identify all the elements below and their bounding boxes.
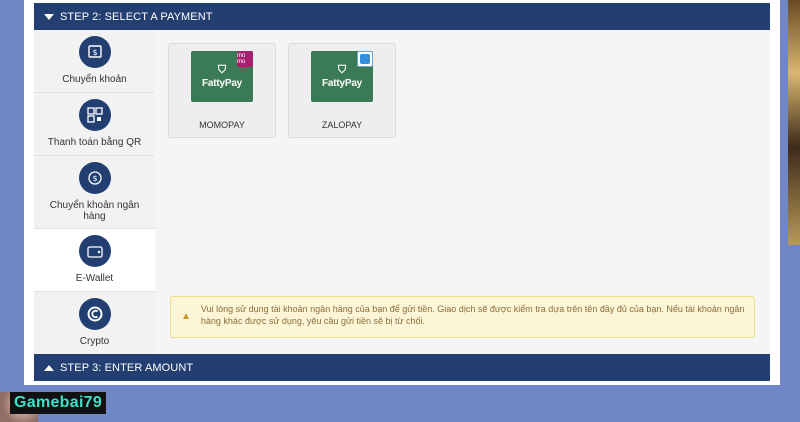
sidebar-item-crypto[interactable]: Crypto — [34, 292, 155, 355]
fattypay-logo: ⛉ FattyPay — [311, 51, 373, 102]
wallet-card-momopay[interactable]: ⛉ FattyPay mo mo MOMOPAY — [168, 43, 276, 138]
chevron-up-icon — [44, 364, 54, 371]
step2-title: STEP 2: SELECT A PAYMENT — [60, 10, 213, 23]
payment-method-sidebar: $ Chuyển khoản Thanh toán bằng QR $ Chuy… — [34, 30, 155, 355]
sidebar-item-qr[interactable]: Thanh toán bằng QR — [34, 93, 155, 156]
shield-icon: ⛉ — [217, 64, 227, 76]
notice-text: Vui lòng sử dụng tài khoản ngân hàng của… — [200, 304, 745, 326]
step3-header[interactable]: STEP 3: ENTER AMOUNT — [34, 354, 770, 381]
sidebar-item-e-wallet[interactable]: E-Wallet — [34, 229, 155, 292]
sidebar-item-chuyen-khoan[interactable]: $ Chuyển khoản — [34, 30, 155, 93]
step2-header[interactable]: STEP 2: SELECT A PAYMENT — [34, 3, 770, 30]
zalo-badge-icon — [357, 51, 373, 67]
svg-text:$: $ — [92, 174, 97, 183]
logo-text: FattyPay — [201, 78, 243, 89]
fattypay-logo: ⛉ FattyPay mo mo — [191, 51, 253, 102]
qr-code-icon — [78, 99, 111, 131]
chevron-down-icon — [44, 13, 54, 20]
bank-transfer-icon: $ — [78, 36, 111, 68]
sidebar-item-label: Chuyển khoản ngân hàng — [49, 200, 140, 222]
logo-text: FattyPay — [321, 78, 363, 89]
wallet-card-zalopay[interactable]: ⛉ FattyPay ZALOPAY — [288, 43, 396, 138]
side-banner-image — [788, 0, 800, 245]
svg-text:$: $ — [92, 48, 97, 57]
momo-badge-icon: mo mo — [237, 51, 253, 67]
crypto-icon — [78, 298, 111, 330]
warning-notice: ▲ Vui lòng sử dụng tài khoản ngân hàng c… — [170, 296, 755, 338]
sidebar-item-label: Crypto — [79, 336, 110, 347]
bank-exchange-icon: $ — [78, 162, 111, 194]
brand-watermark: Gamebai79 — [0, 392, 130, 422]
sidebar-item-bank-transfer[interactable]: $ Chuyển khoản ngân hàng — [34, 156, 155, 229]
wallet-icon — [78, 235, 111, 267]
step3-title: STEP 3: ENTER AMOUNT — [60, 361, 194, 374]
shield-icon: ⛉ — [337, 64, 347, 76]
wallet-name: MOMOPAY — [199, 120, 245, 130]
sidebar-item-label: Thanh toán bằng QR — [47, 137, 142, 148]
wallet-name: ZALOPAY — [321, 120, 363, 130]
warning-icon: ▲ — [181, 311, 191, 322]
sidebar-item-label: Chuyển khoản — [62, 74, 127, 85]
sidebar-item-label: E-Wallet — [75, 273, 114, 284]
brand-logo-text: Gamebai79 — [10, 392, 107, 414]
